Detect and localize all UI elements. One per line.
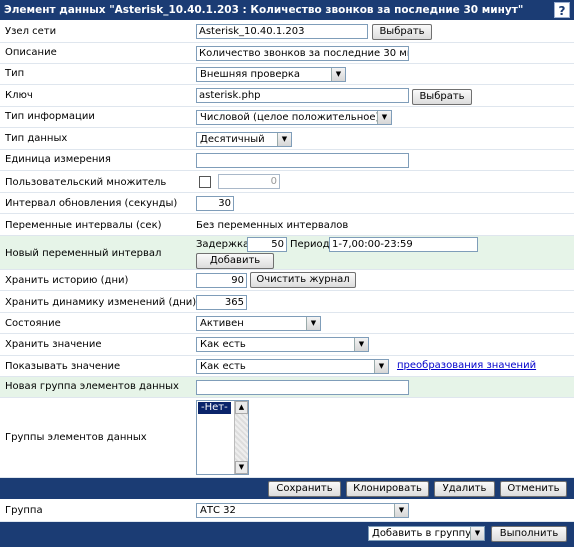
trends-field[interactable]: 365 xyxy=(196,295,247,310)
multiplier-label: Пользовательский множитель xyxy=(5,177,167,188)
mass-action-select-value: Добавить в группу xyxy=(372,528,472,539)
store-value-select-value: Как есть xyxy=(200,339,246,350)
multiplier-checkbox[interactable] xyxy=(199,176,211,188)
execute-button[interactable]: Выполнить xyxy=(491,526,567,542)
chevron-down-icon: ▼ xyxy=(470,527,484,540)
chevron-down-icon: ▼ xyxy=(277,133,291,146)
save-button[interactable]: Сохранить xyxy=(268,481,341,497)
new-app-row: Новая группа элементов данных xyxy=(0,377,574,398)
add-flex-button[interactable]: Добавить xyxy=(196,253,274,269)
update-interval-label: Интервал обновления (секунды) xyxy=(5,198,178,209)
info-type-row: Тип информации Числовой (целое положител… xyxy=(0,107,574,128)
form-header: Элемент данных "Asterisk_10.40.1.203 : К… xyxy=(0,0,574,20)
help-icon[interactable]: ? xyxy=(554,2,570,18)
host-row: Узел сети Asterisk_10.40.1.203 Выбрать xyxy=(0,21,574,43)
chevron-down-icon: ▼ xyxy=(377,111,391,124)
update-interval-field[interactable]: 30 xyxy=(196,196,234,211)
mass-action-bar: Добавить в группу ▼ Выполнить xyxy=(0,522,574,547)
description-field[interactable]: Количество звонков за последние 30 минут xyxy=(196,46,409,61)
trends-row: Хранить динамику изменений (дни) 365 xyxy=(0,291,574,313)
status-select-value: Активен xyxy=(200,318,244,329)
clone-button[interactable]: Клонировать xyxy=(346,481,429,497)
period-label: Период xyxy=(290,239,330,250)
actions-bar: Сохранить Клонировать Удалить Отменить xyxy=(0,478,574,499)
clear-history-button[interactable]: Очистить журнал xyxy=(250,272,356,288)
key-row: Ключ asterisk.php Выбрать xyxy=(0,85,574,107)
group-row: Группа АТС 32 ▼ xyxy=(0,500,574,522)
host-field[interactable]: Asterisk_10.40.1.203 xyxy=(196,24,368,39)
info-type-select[interactable]: Числовой (целое положительное) ▼ xyxy=(196,110,392,125)
info-type-select-value: Числовой (целое положительное) xyxy=(200,112,380,123)
data-type-label: Тип данных xyxy=(5,133,68,144)
delay-label: Задержка xyxy=(196,239,250,250)
multiplier-field[interactable]: 0 xyxy=(218,174,280,189)
new-app-field[interactable] xyxy=(196,380,409,395)
key-select-button[interactable]: Выбрать xyxy=(412,89,472,105)
history-field[interactable]: 90 xyxy=(196,273,247,288)
value-mapping-link[interactable]: преобразования значений xyxy=(397,360,536,371)
data-type-select[interactable]: Десятичный ▼ xyxy=(196,132,292,147)
delay-field[interactable]: 50 xyxy=(247,237,287,252)
status-row: Состояние Активен ▼ xyxy=(0,313,574,334)
history-label: Хранить историю (дни) xyxy=(5,275,129,286)
cancel-button[interactable]: Отменить xyxy=(500,481,567,497)
scroll-up-icon[interactable]: ▲ xyxy=(235,401,248,414)
group-label: Группа xyxy=(5,505,43,516)
type-label: Тип xyxy=(5,68,25,79)
data-type-row: Тип данных Десятичный ▼ xyxy=(0,128,574,150)
apps-label: Группы элементов данных xyxy=(5,432,147,443)
group-select[interactable]: АТС 32 ▼ xyxy=(196,503,409,518)
units-label: Единица измерения xyxy=(5,154,111,165)
store-value-label: Хранить значение xyxy=(5,339,102,350)
store-value-row: Хранить значение Как есть ▼ xyxy=(0,334,574,356)
show-value-select-value: Как есть xyxy=(200,361,246,372)
key-field[interactable]: asterisk.php xyxy=(196,88,409,103)
apps-row: Группы элементов данных -Нет- ▲ ▼ xyxy=(0,398,574,478)
delete-button[interactable]: Удалить xyxy=(434,481,495,497)
list-item[interactable]: -Нет- xyxy=(198,402,231,414)
new-flex-row: Новый переменный интервал Задержка 50 Пе… xyxy=(0,236,574,270)
host-label: Узел сети xyxy=(5,26,57,37)
chevron-down-icon: ▼ xyxy=(354,338,368,351)
group-select-value: АТС 32 xyxy=(200,505,236,516)
flex-intervals-row: Переменные интервалы (сек) Без переменны… xyxy=(0,214,574,236)
chevron-down-icon: ▼ xyxy=(374,360,388,373)
description-row: Описание Количество звонков за последние… xyxy=(0,43,574,64)
new-flex-label: Новый переменный интервал xyxy=(5,248,162,259)
info-type-label: Тип информации xyxy=(5,111,95,122)
type-select[interactable]: Внешняя проверка ▼ xyxy=(196,67,346,82)
host-select-button[interactable]: Выбрать xyxy=(372,24,432,40)
data-type-select-value: Десятичный xyxy=(200,134,265,145)
period-field[interactable]: 1-7,00:00-23:59 xyxy=(329,237,478,252)
show-value-label: Показывать значение xyxy=(5,361,121,372)
type-select-value: Внешняя проверка xyxy=(200,69,301,80)
chevron-down-icon: ▼ xyxy=(306,317,320,330)
show-value-row: Показывать значение Как есть ▼ преобразо… xyxy=(0,356,574,377)
show-value-select[interactable]: Как есть ▼ xyxy=(196,359,389,374)
mass-action-select[interactable]: Добавить в группу ▼ xyxy=(368,526,485,541)
status-select[interactable]: Активен ▼ xyxy=(196,316,321,331)
store-value-select[interactable]: Как есть ▼ xyxy=(196,337,369,352)
update-interval-row: Интервал обновления (секунды) 30 xyxy=(0,193,574,214)
key-label: Ключ xyxy=(5,90,33,101)
units-row: Единица измерения xyxy=(0,150,574,171)
history-row: Хранить историю (дни) 90 Очистить журнал xyxy=(0,270,574,291)
scroll-down-icon[interactable]: ▼ xyxy=(235,461,248,474)
description-label: Описание xyxy=(5,47,57,58)
chevron-down-icon: ▼ xyxy=(331,68,345,81)
type-row: Тип Внешняя проверка ▼ xyxy=(0,64,574,85)
listbox-scrollbar[interactable]: ▲ ▼ xyxy=(234,401,248,474)
multiplier-row: Пользовательский множитель 0 xyxy=(0,171,574,193)
chevron-down-icon: ▼ xyxy=(394,504,408,517)
units-field[interactable] xyxy=(196,153,409,168)
status-label: Состояние xyxy=(5,318,61,329)
flex-intervals-label: Переменные интервалы (сек) xyxy=(5,220,162,231)
trends-label: Хранить динамику изменений (дни) xyxy=(5,297,197,308)
apps-listbox[interactable]: -Нет- ▲ ▼ xyxy=(196,400,249,475)
new-app-label: Новая группа элементов данных xyxy=(5,381,179,392)
form-title: Элемент данных "Asterisk_10.40.1.203 : К… xyxy=(4,4,524,16)
flex-intervals-value: Без переменных интервалов xyxy=(196,220,349,231)
